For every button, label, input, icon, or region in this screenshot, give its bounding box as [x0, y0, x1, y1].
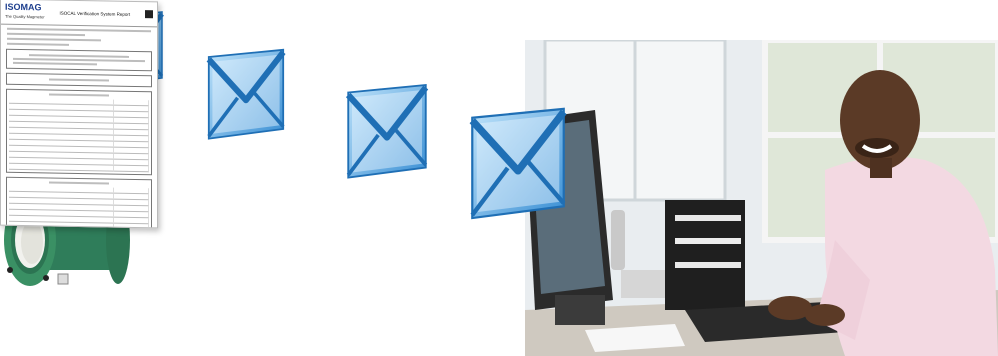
- brand-logo: ISOMAG The Quality Magmeter: [5, 1, 45, 20]
- report-section: [6, 48, 152, 72]
- office-worker-photo: [525, 40, 998, 356]
- envelope-icon: [204, 45, 288, 141]
- report-title: ISOCAL Verification System Report: [59, 10, 131, 17]
- envelope-icon: [343, 80, 431, 180]
- stamp-icon: [145, 10, 153, 19]
- report-table: [6, 176, 152, 229]
- report-table: [6, 88, 152, 176]
- verification-report-document: ISOMAG The Quality Magmeter ISOCAL Verif…: [0, 0, 158, 229]
- report-section: [6, 72, 152, 88]
- envelope-icon: [466, 103, 570, 221]
- report-header: ISOMAG The Quality Magmeter ISOCAL Verif…: [1, 0, 157, 28]
